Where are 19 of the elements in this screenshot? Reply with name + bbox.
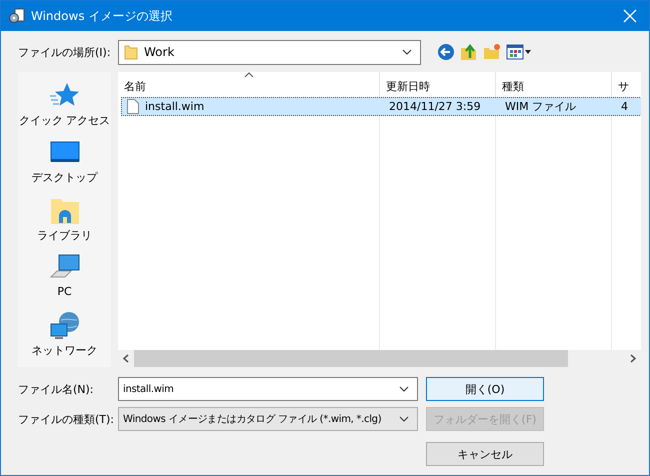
file-type-dropdown[interactable]: Windows イメージまたはカタログ ファイル (*.wim, *.clg)	[118, 407, 418, 431]
file-row[interactable]: install.wim 2014/11/27 3:59 WIM ファイル 4	[121, 97, 641, 116]
location-dropdown[interactable]: Work	[118, 40, 421, 64]
table-cell: WIM ファイル	[505, 99, 576, 114]
table-cell: install.wim	[145, 100, 204, 113]
place-item[interactable]: クイック アクセス	[18, 80, 110, 138]
cancel-button[interactable]: キャンセル	[426, 442, 544, 466]
location-label: ファイルの場所(I):	[18, 44, 112, 60]
place-item[interactable]: デスクトップ	[32, 137, 98, 195]
window-title: Windows イメージの選択	[31, 8, 174, 24]
table-cell: 4	[621, 100, 628, 113]
place-item[interactable]: PC	[48, 252, 80, 310]
filename-field[interactable]: install.wim	[118, 377, 418, 401]
place-item[interactable]: ライブラリ	[37, 194, 92, 252]
filename-label: ファイル名(N):	[18, 382, 95, 396]
open-button[interactable]: 開く(O)	[426, 377, 544, 401]
place-item[interactable]: ネットワーク	[32, 310, 98, 368]
table-cell: 2014/11/27 3:59	[389, 100, 481, 113]
file-type-label: ファイルの種類(T):	[18, 412, 116, 426]
